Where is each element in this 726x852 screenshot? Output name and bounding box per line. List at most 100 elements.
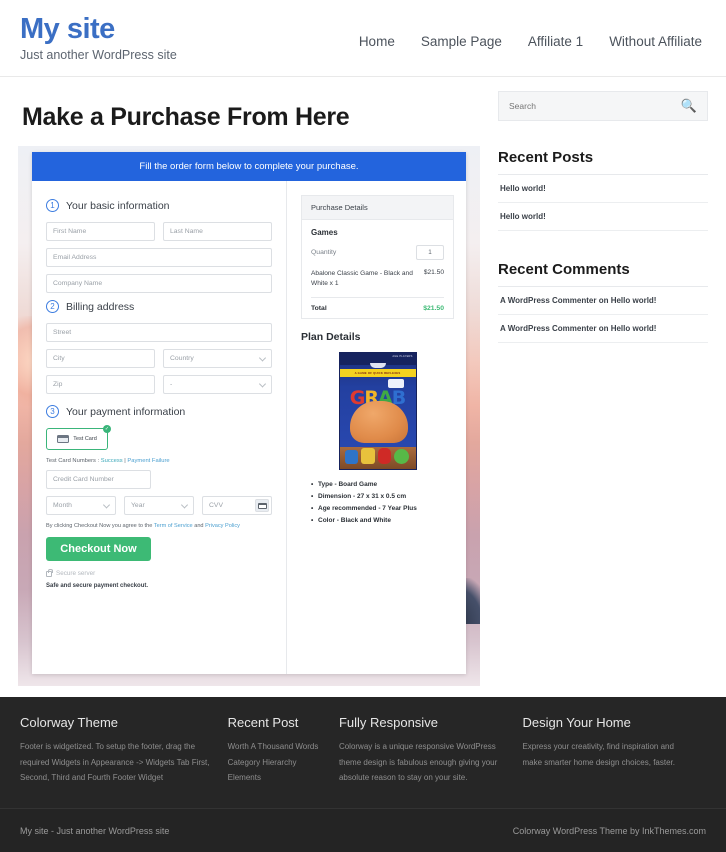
chevron-down-icon xyxy=(102,500,111,509)
product-art-banner: A GAME OF QUICK REFLEXES xyxy=(339,368,416,377)
total-row: Total $21.50 xyxy=(311,298,444,312)
product-art-toy-clock xyxy=(393,448,409,464)
order-form-card: Fill the order form below to complete yo… xyxy=(32,152,466,674)
step-2-number: 2 xyxy=(46,300,59,313)
product-art-toy-robot xyxy=(344,449,358,464)
footer-text: Colorway is a unique responsive WordPres… xyxy=(338,742,498,783)
test-number-failure-link[interactable]: Payment Failure xyxy=(127,458,169,464)
line-item-name: Abalone Classic Game - Black and White x… xyxy=(311,270,413,287)
terms-of-service-link[interactable]: Term of Service xyxy=(154,523,193,529)
chevron-down-icon xyxy=(258,379,267,388)
list-item: A WordPress Commenter on Hello world! xyxy=(498,315,708,343)
footer-credit-right[interactable]: Colorway WordPress Theme by InkThemes.co… xyxy=(513,826,706,836)
nav-item-affiliate-1[interactable]: Affiliate 1 xyxy=(528,34,583,49)
chevron-down-icon xyxy=(180,500,189,509)
product-art-corner-text: AGE PLAYERS xyxy=(392,354,413,358)
list-item: Hello world! xyxy=(498,175,708,203)
recent-post-link[interactable]: Hello world! xyxy=(498,203,708,230)
street-input[interactable]: Street xyxy=(46,323,272,342)
privacy-policy-link[interactable]: Privacy Policy xyxy=(205,523,240,529)
first-name-input[interactable]: First Name xyxy=(46,222,155,241)
state-select-value: - xyxy=(170,381,173,388)
footer-title: Colorway Theme xyxy=(20,715,119,731)
expiry-year-select[interactable]: Year xyxy=(124,496,194,515)
footer-title: Fully Responsive xyxy=(338,715,438,731)
site-header: My site Just another WordPress site Home… xyxy=(0,0,726,77)
company-name-input[interactable]: Company Name xyxy=(46,274,272,293)
total-label: Total xyxy=(311,304,327,312)
list-item[interactable]: Worth A Thousand Words xyxy=(228,739,323,755)
state-select[interactable]: - xyxy=(163,375,272,394)
list-item: Hello world! xyxy=(498,203,708,231)
step-1-number: 1 xyxy=(46,199,59,212)
product-art-toy-bear xyxy=(377,447,391,464)
footer-column-design-your-home: Design Your Home Express your creativity… xyxy=(522,715,706,786)
test-number-success-link[interactable]: Success xyxy=(101,458,123,464)
footer-column-fully-responsive: Fully Responsive Colorway is a unique re… xyxy=(339,715,523,786)
footer-copyright-bar: My site - Just another WordPress site Co… xyxy=(0,808,726,852)
cvv-input[interactable]: CVV xyxy=(202,496,272,515)
search-icon[interactable]: 🔍 xyxy=(681,98,697,114)
recent-comment-link[interactable]: A WordPress Commenter on Hello world! xyxy=(498,315,708,342)
step-3-header: 3 Your payment information xyxy=(46,405,272,418)
footer-recent-post-list: Worth A Thousand Words Category Hierarch… xyxy=(228,739,323,786)
terms-prefix: By clicking Checkout Now you agree to th… xyxy=(46,523,154,529)
footer-text: Express your creativity, find inspiratio… xyxy=(522,742,675,767)
step-1-label: Your basic information xyxy=(66,199,170,212)
nav-item-home[interactable]: Home xyxy=(359,34,395,49)
list-item: A WordPress Commenter on Hello world! xyxy=(498,287,708,315)
list-item[interactable]: Elements xyxy=(228,770,323,786)
product-image: AGE PLAYERS A GAME OF QUICK REFLEXES GRA… xyxy=(338,351,417,470)
chevron-down-icon xyxy=(258,353,267,362)
purchase-group-label: Games xyxy=(311,228,338,237)
step-2-label: Billing address xyxy=(66,300,135,313)
expiry-cvv-row: Month Year CVV xyxy=(46,496,272,515)
product-art-banner-text: A GAME OF QUICK REFLEXES xyxy=(354,370,401,375)
recent-post-link[interactable]: Hello world! xyxy=(498,175,708,202)
step-1-header: 1 Your basic information xyxy=(46,199,272,212)
order-form-background: Fill the order form below to complete yo… xyxy=(18,146,480,686)
secure-server-label: Secure server xyxy=(56,570,96,577)
footer-text: Footer is widgetized. To setup the foote… xyxy=(20,742,210,783)
plan-details-heading: Plan Details xyxy=(301,330,361,343)
widget-title-recent-comments: Recent Comments xyxy=(498,261,708,287)
footer-column-recent-post: Recent Post Worth A Thousand Words Categ… xyxy=(228,715,339,786)
expiry-month-select[interactable]: Month xyxy=(46,496,116,515)
city-input[interactable]: City xyxy=(46,349,155,368)
expiry-year-value: Year xyxy=(131,502,145,509)
site-branding[interactable]: My site Just another WordPress site xyxy=(20,12,177,63)
zip-input[interactable]: Zip xyxy=(46,375,155,394)
list-item[interactable]: Category Hierarchy xyxy=(228,755,323,771)
widget-title-recent-posts: Recent Posts xyxy=(498,149,708,175)
site-title[interactable]: My site xyxy=(20,14,177,45)
test-card-numbers-line: Test Card Numbers : Success | Payment Fa… xyxy=(46,458,272,464)
sidebar: 🔍 Recent Posts Hello world! Hello world!… xyxy=(498,77,708,686)
checkout-now-button[interactable]: Checkout Now xyxy=(46,537,151,561)
terms-mid: and xyxy=(192,523,206,529)
product-art-toy-owl xyxy=(360,447,375,464)
order-form-fields: 1 Your basic information First Name Last… xyxy=(32,181,287,674)
last-name-input[interactable]: Last Name xyxy=(163,222,272,241)
recent-comment-link[interactable]: A WordPress Commenter on Hello world! xyxy=(498,287,708,314)
step-3-number: 3 xyxy=(46,405,59,418)
order-form-banner: Fill the order form below to complete yo… xyxy=(32,152,466,181)
lock-icon xyxy=(46,568,53,577)
list-item: Type - Board Game xyxy=(311,479,454,491)
credit-card-number-input[interactable]: Credit Card Number xyxy=(46,470,151,489)
email-input[interactable]: Email Address xyxy=(46,248,272,267)
quantity-label: Quantity xyxy=(311,249,337,256)
test-card-option[interactable]: Test Card ✓ xyxy=(46,425,111,450)
test-card-label: Test Card xyxy=(73,436,97,442)
widget-spacer xyxy=(498,231,708,261)
search-widget[interactable]: 🔍 xyxy=(498,91,708,121)
nav-item-sample-page[interactable]: Sample Page xyxy=(421,34,502,49)
recent-posts-list: Hello world! Hello world! xyxy=(498,175,708,231)
country-select[interactable]: Country xyxy=(163,349,272,368)
purchase-details-heading: Purchase Details xyxy=(302,196,453,220)
quantity-input[interactable]: 1 xyxy=(416,245,444,260)
line-item-row: Abalone Classic Game - Black and White x… xyxy=(311,269,444,298)
nav-item-without-affiliate[interactable]: Without Affiliate xyxy=(609,34,702,49)
search-input[interactable] xyxy=(509,101,681,111)
footer-copyright-left: My site - Just another WordPress site xyxy=(20,825,170,836)
recent-comments-list: A WordPress Commenter on Hello world! A … xyxy=(498,287,708,343)
